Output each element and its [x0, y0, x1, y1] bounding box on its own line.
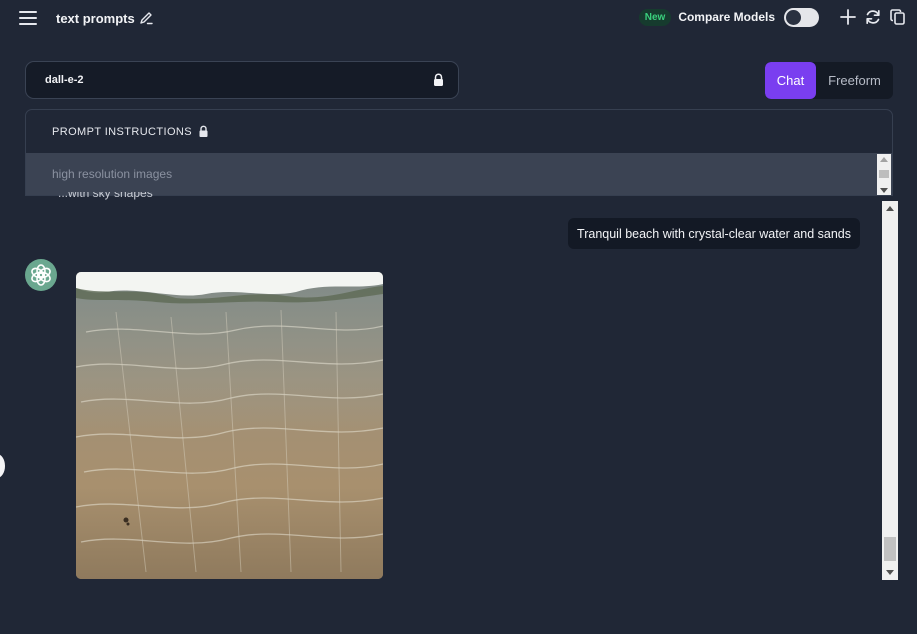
copy-icon[interactable]: [889, 8, 907, 26]
compare-models-label: Compare Models: [678, 10, 775, 24]
lock-icon: [434, 73, 443, 86]
freeform-mode-button[interactable]: Freeform: [816, 62, 893, 99]
scroll-thumb[interactable]: [879, 170, 889, 178]
app-page: text prompts New Compare Models dall-e-2: [0, 0, 917, 634]
conversation-title-text: text prompts: [56, 10, 135, 26]
scroll-thumb[interactable]: [884, 537, 896, 561]
previous-message-text: ...with sky shapes: [58, 192, 153, 200]
side-panel-handle[interactable]: [0, 454, 5, 478]
conversation-title: text prompts: [56, 10, 154, 26]
refresh-icon[interactable]: [864, 8, 882, 26]
scroll-up-arrow-icon[interactable]: [880, 157, 888, 162]
chat-mode-button[interactable]: Chat: [765, 62, 816, 99]
model-select-value: dall-e-2: [45, 74, 84, 86]
prompt-instructions-label: PROMPT INSTRUCTIONS: [52, 125, 193, 138]
prompt-instructions-header: PROMPT INSTRUCTIONS: [26, 110, 892, 153]
mode-switch: Chat Freeform: [765, 62, 893, 99]
header-tools: New Compare Models: [638, 6, 907, 28]
user-message-text: Tranquil beach with crystal-clear water …: [577, 226, 851, 241]
hamburger-menu-icon[interactable]: [19, 11, 37, 25]
generated-beach-image[interactable]: [76, 272, 383, 579]
prompt-instructions-input[interactable]: [26, 153, 876, 195]
chat-scrollbar[interactable]: [882, 201, 898, 580]
new-badge: New: [638, 8, 672, 26]
edit-pencil-icon[interactable]: [138, 10, 154, 26]
prompt-instructions-body: [26, 153, 892, 195]
prompt-scrollbar[interactable]: [877, 154, 891, 195]
scroll-down-arrow-icon[interactable]: [886, 570, 894, 575]
scroll-down-arrow-icon[interactable]: [880, 188, 888, 193]
lock-icon: [199, 125, 208, 137]
prompt-instructions-panel: PROMPT INSTRUCTIONS: [25, 109, 893, 196]
compare-models-toggle[interactable]: [784, 7, 819, 27]
user-message-bubble: Tranquil beach with crystal-clear water …: [568, 218, 860, 249]
previous-message-fragment: ...with sky shapes: [58, 192, 198, 201]
plus-icon[interactable]: [839, 8, 857, 26]
openai-logo-icon: [25, 259, 57, 291]
model-select[interactable]: dall-e-2: [25, 61, 459, 99]
scroll-up-arrow-icon[interactable]: [886, 206, 894, 211]
